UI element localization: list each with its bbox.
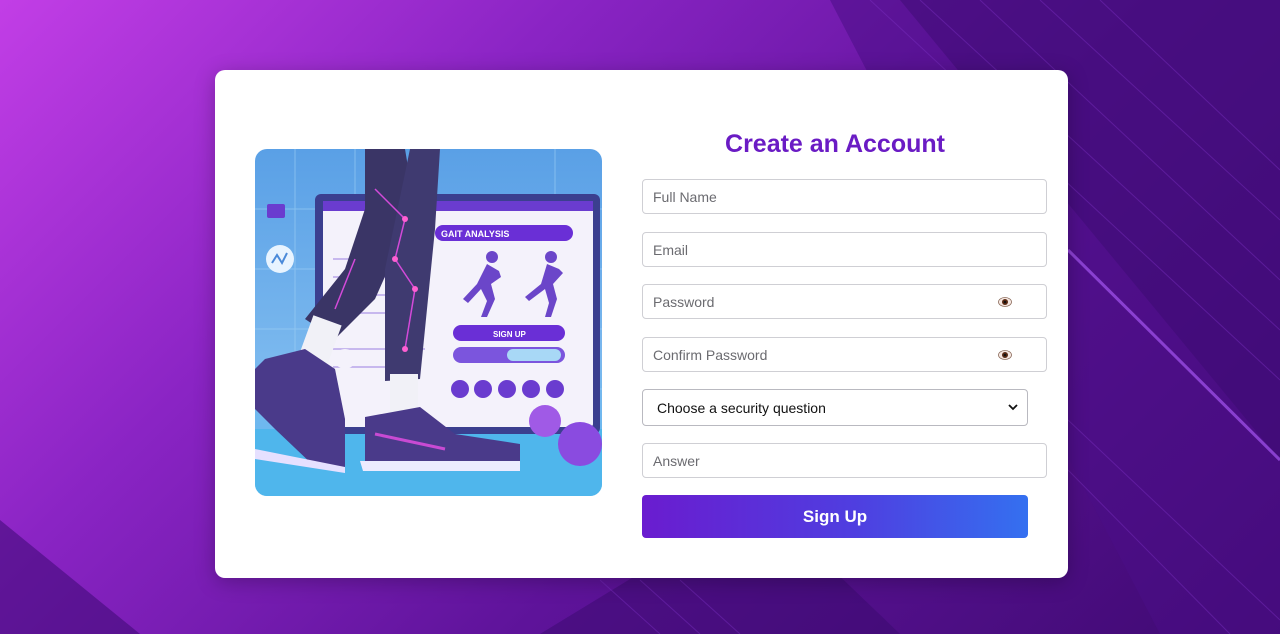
full-name-input[interactable] <box>643 180 993 213</box>
page-title: Create an Account <box>725 130 945 158</box>
security-question-select[interactable]: Choose a security question <box>642 389 1028 426</box>
answer-field[interactable] <box>642 443 1047 478</box>
password-input[interactable] <box>643 285 993 318</box>
email-input[interactable] <box>643 233 993 266</box>
illustration-button: SIGN UP <box>493 330 527 339</box>
email-field[interactable] <box>642 232 1047 267</box>
chevron-down-icon <box>1008 404 1018 411</box>
full-name-field[interactable] <box>642 179 1047 214</box>
sign-up-button[interactable]: Sign Up <box>642 495 1028 538</box>
show-password-eye-icon[interactable] <box>998 295 1012 309</box>
confirm-password-input[interactable] <box>643 338 993 371</box>
confirm-password-field[interactable] <box>642 337 1047 372</box>
show-confirm-password-eye-icon[interactable] <box>998 348 1012 362</box>
password-field[interactable] <box>642 284 1047 319</box>
security-question-selected: Choose a security question <box>657 400 826 416</box>
gait-analysis-illustration: GAIT ANALYSIS SIGN UP <box>255 149 602 496</box>
illustration-heading: GAIT ANALYSIS <box>441 229 509 239</box>
answer-input[interactable] <box>643 444 993 477</box>
signup-card: GAIT ANALYSIS SIGN UP Create an Account … <box>215 70 1068 578</box>
